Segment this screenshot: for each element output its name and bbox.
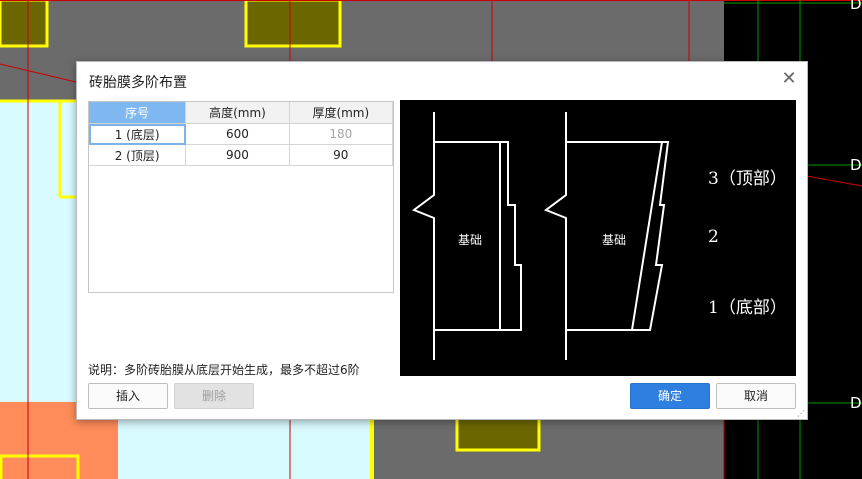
row-height-cell[interactable]: 900 — [185, 144, 290, 166]
multi-step-brick-formwork-dialog: 砖胎膜多阶布置 ✕ 序号 高度(mm) 厚度(mm) 1 (底层) 600 18… — [76, 61, 808, 420]
insert-button[interactable]: 插入 — [88, 383, 168, 409]
column-header-index[interactable]: 序号 — [89, 102, 187, 124]
level-1-label: 1（底部） — [708, 298, 787, 318]
column-header-height[interactable]: 高度(mm) — [185, 102, 290, 124]
table-header-row: 序号 高度(mm) 厚度(mm) — [89, 102, 394, 124]
level-3-label: 3（顶部） — [708, 169, 787, 189]
preview-diagram: 基础 基础 3（顶部） 2 1（底部） — [400, 100, 796, 376]
row-index-cell[interactable]: 2 (顶层) — [89, 144, 187, 166]
table-row[interactable]: 1 (底层) 600 180 — [89, 123, 394, 145]
axis-label-top: D — [850, 0, 862, 13]
delete-button[interactable]: 删除 — [174, 383, 254, 409]
row-height-cell[interactable]: 600 — [185, 123, 290, 145]
cancel-button[interactable]: 取消 — [716, 383, 796, 409]
table-row[interactable]: 2 (顶层) 900 90 — [89, 144, 394, 166]
level-2-label: 2 — [708, 227, 719, 247]
foundation-label-left: 基础 — [458, 233, 483, 247]
row-thickness-cell[interactable]: 90 — [289, 144, 394, 166]
resize-grip-icon[interactable]: ⋰ — [797, 410, 805, 418]
ok-button[interactable]: 确定 — [630, 383, 710, 409]
column-header-thickness[interactable]: 厚度(mm) — [289, 102, 394, 124]
row-index-cell[interactable]: 1 (底层) — [89, 123, 187, 145]
dialog-title: 砖胎膜多阶布置 — [89, 75, 187, 91]
row-thickness-cell[interactable]: 180 — [289, 123, 394, 145]
axis-label-middle: D — [850, 156, 862, 174]
instruction-note: 说明：多阶砖胎膜从底层开始生成，最多不超过6阶 — [88, 363, 360, 377]
foundation-label-right: 基础 — [602, 233, 627, 247]
close-icon[interactable]: ✕ — [781, 70, 797, 88]
steps-table[interactable]: 序号 高度(mm) 厚度(mm) 1 (底层) 600 180 2 (顶层) 9… — [88, 101, 394, 293]
axis-label-bottom: D — [850, 394, 862, 412]
